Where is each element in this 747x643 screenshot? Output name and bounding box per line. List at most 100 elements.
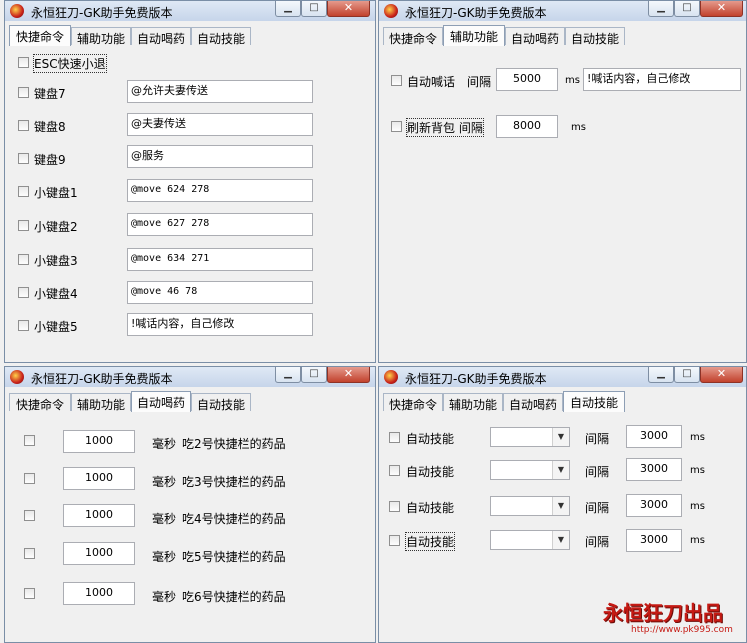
close-button[interactable]: ✕ bbox=[327, 367, 370, 383]
key9-label: 键盘9 bbox=[34, 153, 66, 167]
numpad2-checkbox[interactable] bbox=[18, 220, 29, 231]
potion-row-checkbox[interactable] bbox=[24, 588, 35, 599]
skill-interval-input[interactable]: 3000 bbox=[626, 529, 682, 552]
numpad4-checkbox[interactable] bbox=[18, 287, 29, 298]
potion-description: 吃3号快捷栏的药品 bbox=[182, 475, 286, 489]
tab-auto-potion[interactable]: 自动喝药 bbox=[505, 27, 565, 46]
tab-shortcut-commands[interactable]: 快捷命令 bbox=[9, 393, 71, 412]
tab-shortcut-commands[interactable]: 快捷命令 bbox=[383, 27, 443, 46]
tab-assist[interactable]: 辅助功能 bbox=[443, 25, 505, 46]
numpad5-command-input[interactable]: !喊话内容，自己修改 bbox=[127, 313, 313, 336]
close-button[interactable]: ✕ bbox=[327, 1, 370, 17]
skill-select[interactable]: ▼ bbox=[490, 427, 570, 447]
minimize-button[interactable]: ▁ bbox=[648, 367, 674, 383]
auto-skill-checkbox[interactable] bbox=[389, 465, 400, 476]
maximize-button[interactable]: □ bbox=[301, 1, 327, 17]
numpad3-command-input[interactable]: @move 634 271 bbox=[127, 248, 313, 271]
title-bar[interactable]: 永恒狂刀-GK助手免费版本 ▁ □ ✕ bbox=[5, 367, 375, 387]
potion-interval-input[interactable]: 1000 bbox=[63, 582, 135, 605]
esc-checkbox[interactable] bbox=[18, 57, 29, 68]
skill-interval-unit: ms bbox=[690, 501, 705, 512]
minimize-button[interactable]: ▁ bbox=[648, 1, 674, 17]
potion-row-checkbox[interactable] bbox=[24, 435, 35, 446]
potion-interval-input[interactable]: 1000 bbox=[63, 430, 135, 453]
key7-command-input[interactable]: @允许夫妻传送 bbox=[127, 80, 313, 103]
auto-shout-interval-input[interactable]: 5000 bbox=[496, 68, 558, 91]
tab-auto-potion[interactable]: 自动喝药 bbox=[503, 393, 563, 412]
maximize-icon: □ bbox=[309, 2, 319, 13]
skill-select[interactable]: ▼ bbox=[490, 530, 570, 550]
chevron-down-icon: ▼ bbox=[552, 428, 569, 446]
close-button[interactable]: ✕ bbox=[700, 1, 743, 17]
key8-checkbox[interactable] bbox=[18, 120, 29, 131]
skill-interval-input[interactable]: 3000 bbox=[626, 458, 682, 481]
window-title: 永恒狂刀-GK助手免费版本 bbox=[405, 372, 547, 386]
minimize-button[interactable]: ▁ bbox=[275, 367, 301, 383]
tab-auto-skill[interactable]: 自动技能 bbox=[565, 27, 625, 46]
maximize-button[interactable]: □ bbox=[674, 1, 700, 17]
tab-shortcut-commands[interactable]: 快捷命令 bbox=[383, 393, 443, 412]
numpad3-checkbox[interactable] bbox=[18, 254, 29, 265]
tab-assist[interactable]: 辅助功能 bbox=[443, 393, 503, 412]
potion-interval-input[interactable]: 1000 bbox=[63, 467, 135, 490]
skill-interval-input[interactable]: 3000 bbox=[626, 494, 682, 517]
auto-shout-unit: ms bbox=[565, 75, 580, 86]
close-button[interactable]: ✕ bbox=[700, 367, 743, 383]
window-title: 永恒狂刀-GK助手免费版本 bbox=[405, 6, 547, 20]
tab-auto-potion[interactable]: 自动喝药 bbox=[131, 27, 191, 46]
numpad1-checkbox[interactable] bbox=[18, 186, 29, 197]
numpad1-command-input[interactable]: @move 624 278 bbox=[127, 179, 313, 202]
potion-interval-input[interactable]: 1000 bbox=[63, 542, 135, 565]
numpad4-command-input[interactable]: @move 46 78 bbox=[127, 281, 313, 304]
maximize-button[interactable]: □ bbox=[301, 367, 327, 383]
maximize-button[interactable]: □ bbox=[674, 367, 700, 383]
potion-unit-label: 毫秒 bbox=[152, 512, 177, 526]
app-logo-icon bbox=[10, 4, 24, 18]
auto-skill-checkbox[interactable] bbox=[389, 432, 400, 443]
numpad3-label: 小键盘3 bbox=[34, 254, 78, 268]
key7-checkbox[interactable] bbox=[18, 87, 29, 98]
tab-strip: 快捷命令 辅助功能 自动喝药 自动技能 bbox=[383, 25, 741, 46]
auto-skill-checkbox[interactable] bbox=[389, 501, 400, 512]
tab-auto-skill[interactable]: 自动技能 bbox=[563, 391, 625, 412]
skill-select[interactable]: ▼ bbox=[490, 496, 570, 516]
minimize-icon: ▁ bbox=[284, 368, 292, 379]
skill-interval-label: 间隔 bbox=[585, 535, 610, 549]
tab-shortcut-commands[interactable]: 快捷命令 bbox=[9, 25, 71, 46]
key9-command-input[interactable]: @服务 bbox=[127, 145, 313, 168]
auto-shout-checkbox[interactable] bbox=[391, 75, 402, 86]
title-bar[interactable]: 永恒狂刀-GK助手免费版本 ▁ □ ✕ bbox=[379, 1, 746, 21]
title-bar[interactable]: 永恒狂刀-GK助手免费版本 ▁ □ ✕ bbox=[379, 367, 746, 387]
refresh-bag-checkbox[interactable] bbox=[391, 121, 402, 132]
esc-label: ESC快速小退 bbox=[33, 54, 107, 73]
tab-auto-potion[interactable]: 自动喝药 bbox=[131, 391, 191, 412]
auto-shout-message-input[interactable]: !喊话内容，自己修改 bbox=[583, 68, 741, 91]
numpad5-label: 小键盘5 bbox=[34, 320, 78, 334]
minimize-icon: ▁ bbox=[657, 2, 665, 13]
potion-row-checkbox[interactable] bbox=[24, 510, 35, 521]
skill-interval-label: 间隔 bbox=[585, 501, 610, 515]
skill-select[interactable]: ▼ bbox=[490, 460, 570, 480]
tab-auto-skill[interactable]: 自动技能 bbox=[191, 27, 251, 46]
key8-command-input[interactable]: @夫妻传送 bbox=[127, 113, 313, 136]
tab-assist[interactable]: 辅助功能 bbox=[71, 393, 131, 412]
minimize-button[interactable]: ▁ bbox=[275, 1, 301, 17]
refresh-bag-interval-input[interactable]: 8000 bbox=[496, 115, 558, 138]
close-icon: ✕ bbox=[343, 1, 354, 14]
refresh-bag-unit: ms bbox=[571, 122, 586, 133]
potion-interval-input[interactable]: 1000 bbox=[63, 504, 135, 527]
auto-skill-label: 自动技能 bbox=[406, 501, 455, 515]
key9-checkbox[interactable] bbox=[18, 153, 29, 164]
title-bar[interactable]: 永恒狂刀-GK助手免费版本 ▁ □ ✕ bbox=[5, 1, 375, 21]
tab-assist[interactable]: 辅助功能 bbox=[71, 27, 131, 46]
tab-auto-skill[interactable]: 自动技能 bbox=[191, 393, 251, 412]
key7-label: 键盘7 bbox=[34, 87, 66, 101]
skill-interval-input[interactable]: 3000 bbox=[626, 425, 682, 448]
auto-skill-checkbox[interactable] bbox=[389, 535, 400, 546]
potion-row-checkbox[interactable] bbox=[24, 473, 35, 484]
numpad2-command-input[interactable]: @move 627 278 bbox=[127, 213, 313, 236]
brand-logo-text: 永恒狂刀出品 bbox=[603, 601, 723, 625]
assist-panel: 自动喊话 间隔 5000 ms !喊话内容，自己修改 刷新背包 间隔 8000 … bbox=[381, 45, 744, 360]
potion-row-checkbox[interactable] bbox=[24, 548, 35, 559]
numpad5-checkbox[interactable] bbox=[18, 320, 29, 331]
